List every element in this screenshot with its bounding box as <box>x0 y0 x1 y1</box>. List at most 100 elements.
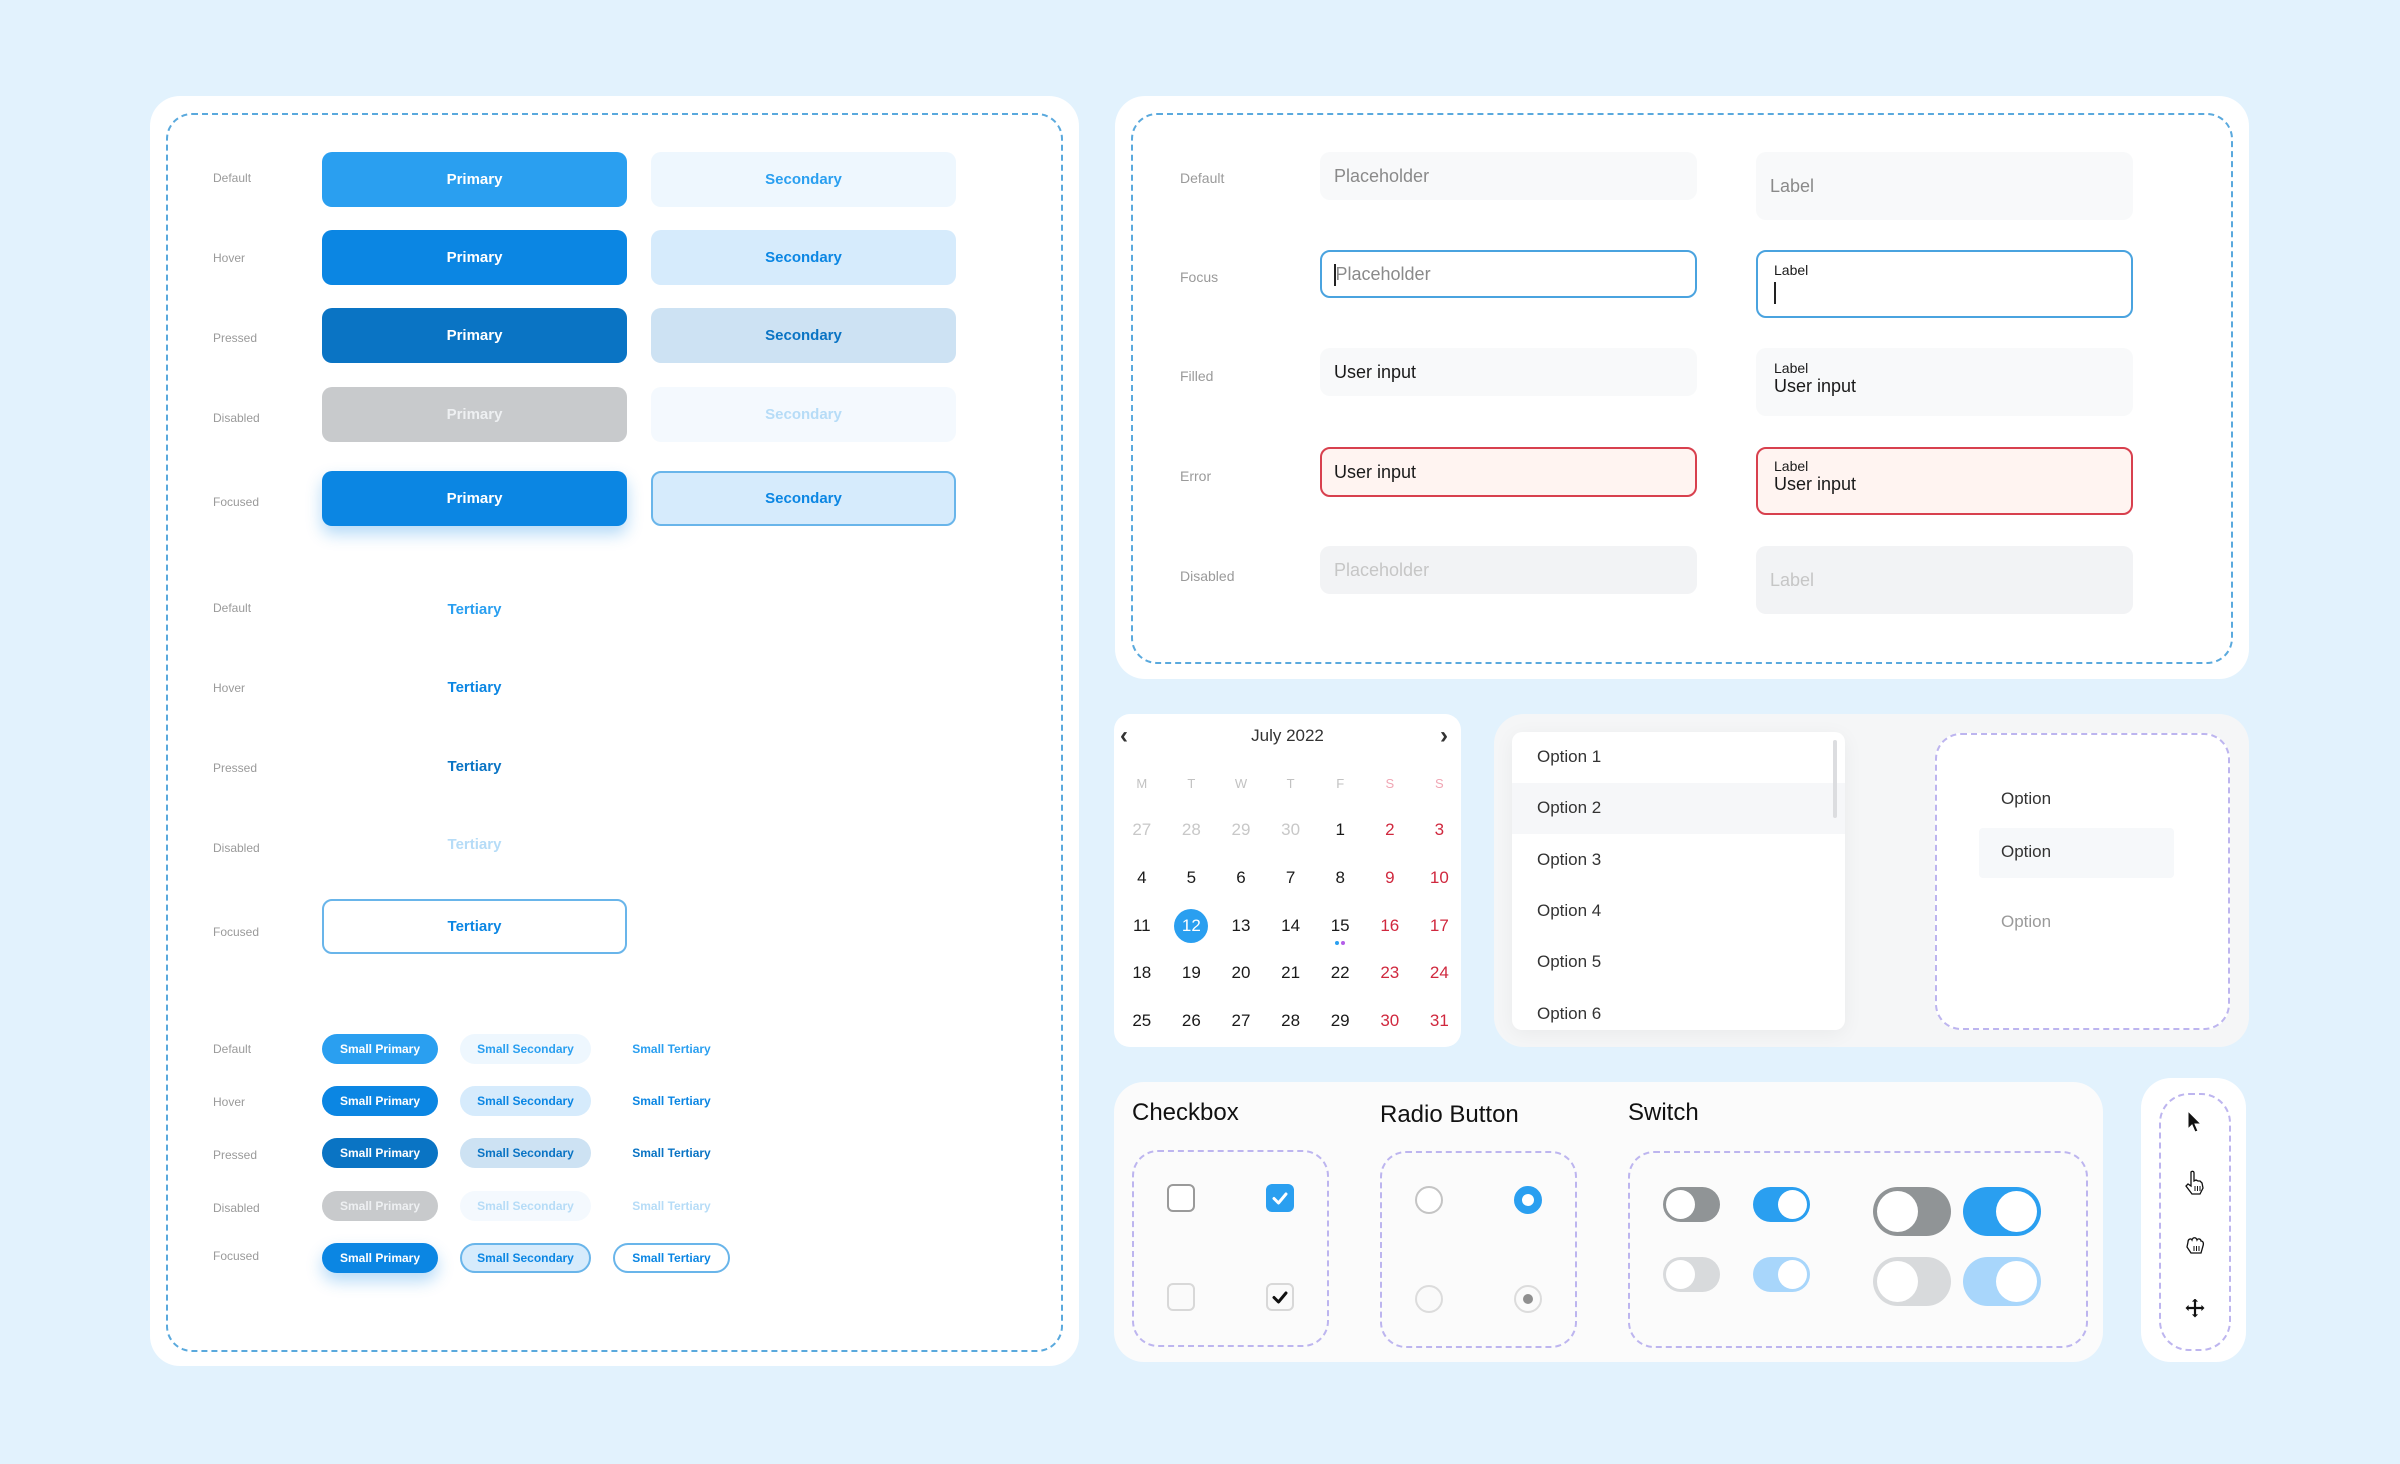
checkbox-unchecked[interactable] <box>1167 1283 1195 1311</box>
calendar-day[interactable]: 16 <box>1365 916 1415 936</box>
labeled-input-default[interactable]: Label <box>1756 152 2133 220</box>
calendar-day[interactable]: 26 <box>1167 1011 1217 1031</box>
toggle-switch-on[interactable] <box>1963 1187 2041 1236</box>
small-tertiary-button-default[interactable]: Small Tertiary <box>613 1034 730 1064</box>
small-primary-button-hover[interactable]: Small Primary <box>322 1086 438 1116</box>
radio-unselected[interactable] <box>1415 1285 1443 1313</box>
dropdown-option[interactable]: Option 4 <box>1512 886 1845 937</box>
text-input-disabled[interactable]: Placeholder <box>1320 546 1697 594</box>
calendar-day[interactable]: 30 <box>1266 820 1316 840</box>
small-tertiary-button-focused[interactable]: Small Tertiary <box>613 1243 730 1273</box>
radio-selected[interactable] <box>1514 1186 1542 1214</box>
dropdown-option[interactable]: Option 3 <box>1512 835 1845 886</box>
checkbox-unchecked[interactable] <box>1167 1184 1195 1212</box>
small-secondary-button-disabled[interactable]: Small Secondary <box>460 1191 591 1221</box>
calendar-day[interactable]: 29 <box>1315 1011 1365 1031</box>
toggle-switch-off[interactable] <box>1663 1187 1720 1222</box>
small-tertiary-button-pressed[interactable]: Small Tertiary <box>613 1138 730 1168</box>
calendar-day[interactable]: 28 <box>1266 1011 1316 1031</box>
tertiary-button-pressed[interactable]: Tertiary <box>322 739 627 794</box>
tertiary-button-focused[interactable]: Tertiary <box>322 899 627 954</box>
calendar-day[interactable]: 23 <box>1365 963 1415 983</box>
calendar-day[interactable]: 30 <box>1365 1011 1415 1031</box>
calendar-day[interactable]: 19 <box>1167 963 1217 983</box>
toggle-switch-off[interactable] <box>1873 1187 1951 1236</box>
primary-button-hover[interactable]: Primary <box>322 230 627 285</box>
small-secondary-button-pressed[interactable]: Small Secondary <box>460 1138 591 1168</box>
small-primary-button-pressed[interactable]: Small Primary <box>322 1138 438 1168</box>
calendar-day[interactable]: 27 <box>1216 1011 1266 1031</box>
radio-selected[interactable] <box>1514 1285 1542 1313</box>
calendar-day[interactable]: 17 <box>1415 916 1465 936</box>
primary-button-default[interactable]: Primary <box>322 152 627 207</box>
calendar-day[interactable]: 27 <box>1117 820 1167 840</box>
small-secondary-button-default[interactable]: Small Secondary <box>460 1034 591 1064</box>
primary-button-focused[interactable]: Primary <box>322 471 627 526</box>
toggle-switch-on[interactable] <box>1963 1257 2041 1306</box>
primary-button-disabled[interactable]: Primary <box>322 387 627 442</box>
secondary-button-focused[interactable]: Secondary <box>651 471 956 526</box>
calendar-day[interactable]: 5 <box>1167 868 1217 888</box>
option-hover[interactable]: Option <box>1979 828 2174 878</box>
calendar-day[interactable]: 29 <box>1216 820 1266 840</box>
calendar-day[interactable]: 1 <box>1315 820 1365 840</box>
chevron-right-icon[interactable]: › <box>1440 722 1448 750</box>
calendar-day[interactable]: 31 <box>1415 1011 1465 1031</box>
dropdown-option[interactable]: Option 5 <box>1512 937 1845 988</box>
calendar-day[interactable]: 20 <box>1216 963 1266 983</box>
checkbox-checked[interactable] <box>1266 1283 1294 1311</box>
primary-button-pressed[interactable]: Primary <box>322 308 627 363</box>
secondary-button-disabled[interactable]: Secondary <box>651 387 956 442</box>
labeled-input-focus[interactable]: Label <box>1756 250 2133 318</box>
small-secondary-button-focused[interactable]: Small Secondary <box>460 1243 591 1273</box>
small-primary-button-disabled[interactable]: Small Primary <box>322 1191 438 1221</box>
calendar-day[interactable]: 21 <box>1266 963 1316 983</box>
calendar-day[interactable]: 22 <box>1315 963 1365 983</box>
calendar-day[interactable]: 28 <box>1167 820 1217 840</box>
calendar-day[interactable]: 18 <box>1117 963 1167 983</box>
dropdown-option[interactable]: Option 1 <box>1512 732 1845 783</box>
text-input-focus[interactable]: Placeholder <box>1320 250 1697 298</box>
secondary-button-hover[interactable]: Secondary <box>651 230 956 285</box>
small-primary-button-default[interactable]: Small Primary <box>322 1034 438 1064</box>
calendar-day[interactable]: 13 <box>1216 916 1266 936</box>
option-default[interactable]: Option <box>1984 778 2174 820</box>
calendar-day[interactable]: 3 <box>1415 820 1465 840</box>
small-primary-button-focused[interactable]: Small Primary <box>322 1243 438 1273</box>
secondary-button-default[interactable]: Secondary <box>651 152 956 207</box>
scrollbar[interactable] <box>1833 740 1837 818</box>
calendar-day[interactable]: 15 <box>1315 916 1365 936</box>
text-input-error[interactable]: User input <box>1320 447 1697 497</box>
dropdown-option[interactable]: Option 6 <box>1512 989 1845 1031</box>
toggle-switch-on[interactable] <box>1753 1187 1810 1222</box>
calendar-day[interactable]: 9 <box>1365 868 1415 888</box>
toggle-switch-on[interactable] <box>1753 1257 1810 1292</box>
checkbox-checked[interactable] <box>1266 1184 1294 1212</box>
text-input-filled[interactable]: User input <box>1320 348 1697 396</box>
calendar-day-selected[interactable]: 12 <box>1167 916 1217 936</box>
calendar-day[interactable]: 4 <box>1117 868 1167 888</box>
calendar-day[interactable]: 24 <box>1415 963 1465 983</box>
small-tertiary-button-disabled[interactable]: Small Tertiary <box>613 1191 730 1221</box>
toggle-switch-off[interactable] <box>1873 1257 1951 1306</box>
labeled-input-filled[interactable]: Label User input <box>1756 348 2133 416</box>
labeled-input-disabled[interactable]: Label <box>1756 546 2133 614</box>
tertiary-button-disabled[interactable]: Tertiary <box>322 817 627 872</box>
calendar-day[interactable]: 6 <box>1216 868 1266 888</box>
small-tertiary-button-hover[interactable]: Small Tertiary <box>613 1086 730 1116</box>
labeled-input-error[interactable]: Label User input <box>1756 447 2133 515</box>
small-secondary-button-hover[interactable]: Small Secondary <box>460 1086 591 1116</box>
calendar-day[interactable]: 7 <box>1266 868 1316 888</box>
calendar-day[interactable]: 25 <box>1117 1011 1167 1031</box>
calendar-day[interactable]: 8 <box>1315 868 1365 888</box>
tertiary-button-default[interactable]: Tertiary <box>322 582 627 637</box>
option-disabled[interactable]: Option <box>1984 900 2174 942</box>
calendar-day[interactable]: 11 <box>1117 916 1167 936</box>
calendar-day[interactable]: 14 <box>1266 916 1316 936</box>
secondary-button-pressed[interactable]: Secondary <box>651 308 956 363</box>
tertiary-button-hover[interactable]: Tertiary <box>322 660 627 715</box>
calendar-day[interactable]: 2 <box>1365 820 1415 840</box>
dropdown-option[interactable]: Option 2 <box>1512 783 1845 835</box>
calendar-day[interactable]: 10 <box>1415 868 1465 888</box>
toggle-switch-off[interactable] <box>1663 1257 1720 1292</box>
